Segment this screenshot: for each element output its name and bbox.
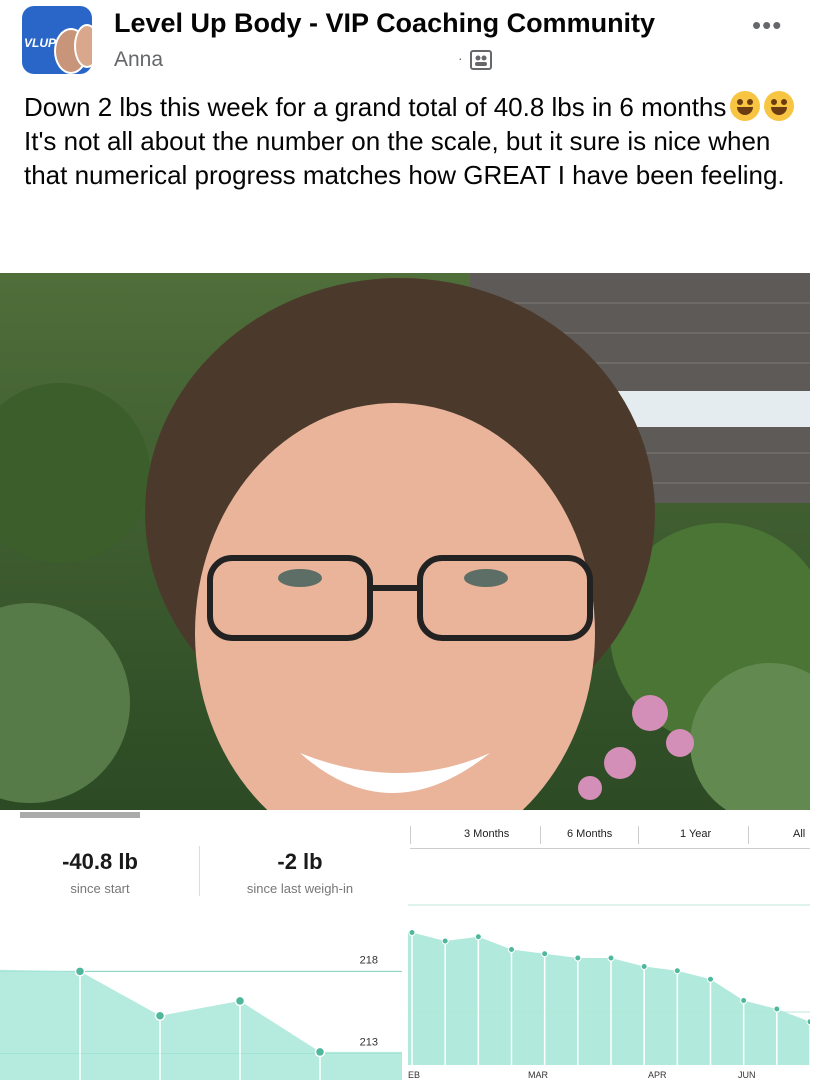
tab-1-year[interactable]: 1 Year xyxy=(680,828,711,840)
data-point xyxy=(607,954,615,962)
total-change-stat: -40.8 lb since start xyxy=(0,825,200,915)
total-change-caption: since start xyxy=(70,881,130,896)
y-tick-label: 218 xyxy=(360,954,378,966)
weight-range-area xyxy=(408,932,810,1065)
data-point xyxy=(541,950,549,958)
selfie-image xyxy=(0,273,810,810)
group-logo: VLUP xyxy=(24,36,57,50)
post-header: VLUP Level Up Body - VIP Coaching Commun… xyxy=(0,0,820,86)
weight-mini-chart: 218 213 xyxy=(0,954,402,1080)
x-tick-label: APR xyxy=(648,1070,667,1080)
data-point xyxy=(408,929,416,936)
separator-dot: · xyxy=(458,50,463,66)
last-change-stat: -2 lb since last weigh-in xyxy=(200,825,400,915)
post-paragraph-1: Down 2 lbs this week for a grand total o… xyxy=(24,90,804,124)
data-point xyxy=(441,937,449,945)
data-point xyxy=(314,1046,326,1058)
tab-6-months[interactable]: 6 Months xyxy=(567,828,613,840)
last-change-value: -2 lb xyxy=(277,849,323,874)
author-name[interactable]: Anna xyxy=(114,48,163,72)
x-tick-label: EB xyxy=(408,1070,420,1080)
tab-all[interactable]: All xyxy=(793,828,805,840)
data-point xyxy=(474,933,482,941)
post-photo[interactable] xyxy=(0,273,810,810)
group-name[interactable]: Level Up Body - VIP Coaching Community xyxy=(114,8,655,39)
group-privacy-icon xyxy=(470,50,492,70)
data-point xyxy=(234,995,246,1007)
last-change-caption: since last weigh-in xyxy=(246,881,354,896)
data-point xyxy=(508,946,515,953)
range-tabs: 3 Months 6 Months 1 Year All xyxy=(410,822,810,849)
data-point xyxy=(806,1018,810,1026)
data-point xyxy=(740,997,748,1004)
x-tick-label: JUN xyxy=(738,1070,756,1080)
more-options-icon[interactable]: ••• xyxy=(752,10,782,41)
tracker-title-cropped xyxy=(20,812,140,818)
grinning-emoji-icon xyxy=(764,91,795,121)
tab-3-months[interactable]: 3 Months xyxy=(464,828,509,840)
post-body: Down 2 lbs this week for a grand total o… xyxy=(24,90,804,192)
data-point xyxy=(574,954,582,962)
weight-area xyxy=(0,969,402,1080)
data-point xyxy=(640,963,648,970)
data-point xyxy=(154,1010,166,1021)
data-point xyxy=(673,967,681,975)
star-struck-emoji-icon xyxy=(730,91,761,121)
x-tick-label: MAR xyxy=(528,1070,549,1080)
weight-range-chart: EB MAR APR JUN xyxy=(408,904,810,1080)
total-change-value: -40.8 lb xyxy=(62,849,138,874)
y-tick-label: 213 xyxy=(360,1037,378,1049)
group-avatar[interactable]: VLUP xyxy=(22,6,92,74)
data-point xyxy=(707,975,714,983)
data-point xyxy=(773,1005,781,1013)
post-paragraph-2: It's not all about the number on the sca… xyxy=(24,126,785,190)
data-point xyxy=(74,966,86,977)
